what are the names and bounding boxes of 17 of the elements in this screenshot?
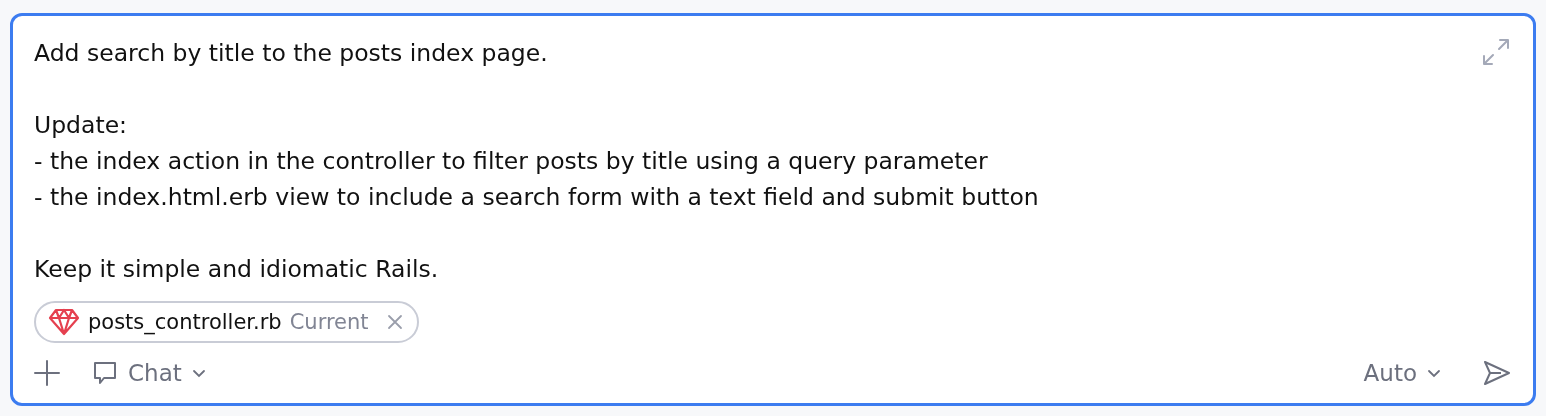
mode-dropdown[interactable]: Chat (92, 360, 206, 386)
prompt-text-line: - the index.html.erb view to include a search form with a text field and submit button (34, 182, 1039, 213)
prompt-text-line: Update: (34, 110, 129, 141)
send-icon[interactable] (1483, 360, 1511, 386)
prompt-text-line: Keep it simple and idiomatic Rails. (34, 254, 440, 285)
file-name: posts_controller.rb (88, 310, 282, 334)
prompt-text-line: - the index action in the controller to filter posts by title using a query parameter (34, 146, 989, 177)
chevron-down-icon (1427, 368, 1441, 378)
file-tag: Current (289, 310, 369, 334)
model-dropdown[interactable]: Auto (1363, 360, 1441, 386)
gem-icon (48, 308, 80, 336)
add-icon[interactable] (34, 360, 60, 386)
chevron-down-icon (191, 368, 206, 378)
prompt-text-line: Add search by title to the posts index page. (34, 38, 549, 69)
speech-bubble-icon (92, 360, 118, 386)
close-icon[interactable] (386, 314, 403, 330)
file-chip[interactable]: posts_controller.rb Current (34, 301, 419, 343)
